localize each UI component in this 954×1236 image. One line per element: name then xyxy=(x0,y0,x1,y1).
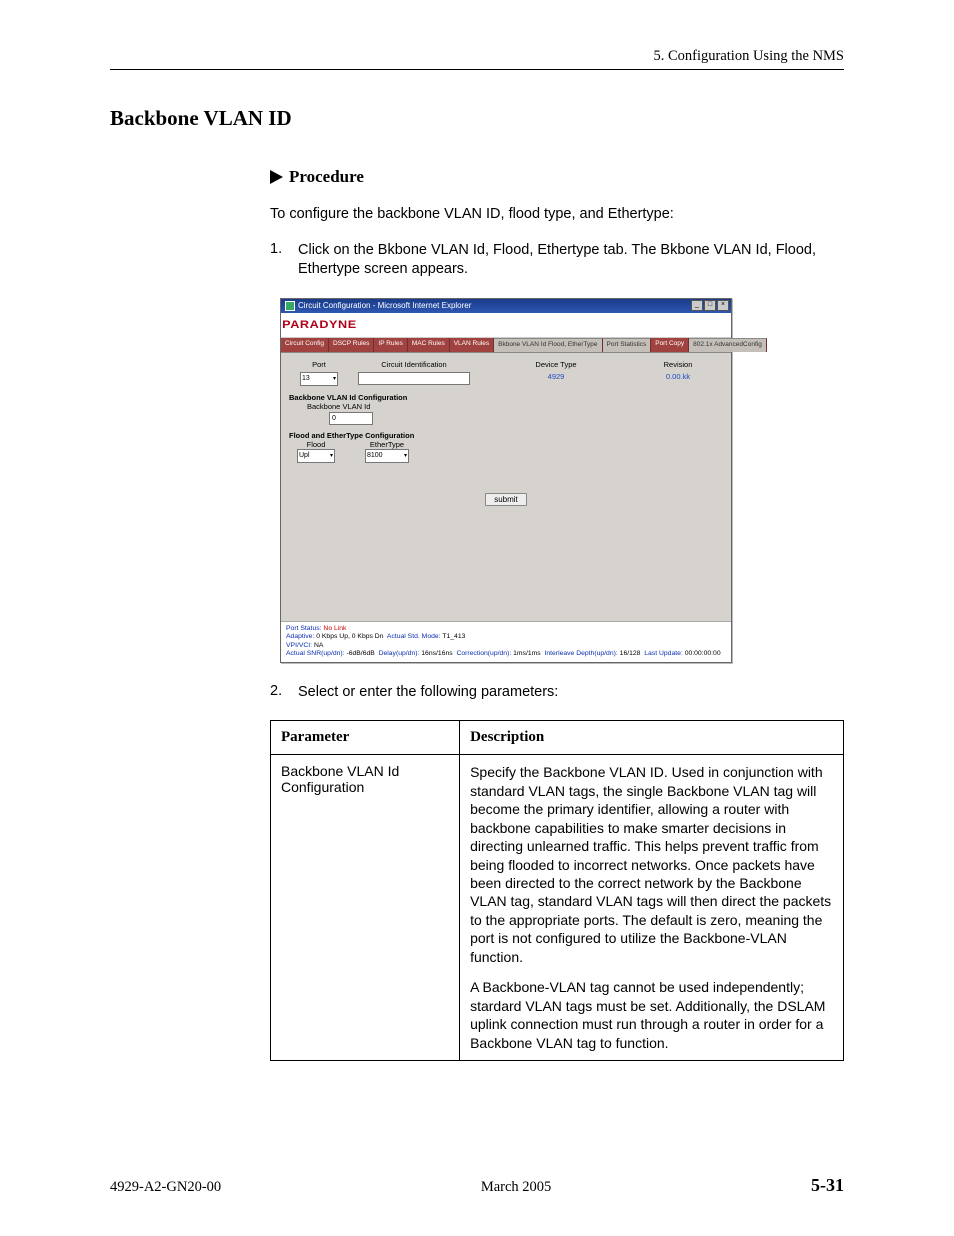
ethertype-label: EtherType xyxy=(365,440,409,449)
table-header-description: Description xyxy=(460,721,844,755)
brand-bar: PARADYNE xyxy=(281,313,731,338)
section-title: Backbone VLAN ID xyxy=(110,106,844,131)
param-name: Backbone VLAN Id Configuration xyxy=(271,755,460,1061)
config-area: Port Circuit Identification Device Type … xyxy=(281,353,731,621)
col-port: Port xyxy=(289,360,349,369)
col-circuit-id: Circuit Identification xyxy=(349,360,479,369)
page-number: 5-31 xyxy=(811,1175,844,1196)
close-button[interactable]: × xyxy=(717,300,729,311)
procedure-label: Procedure xyxy=(289,167,364,187)
step-1: 1. Click on the Bkbone VLAN Id, Flood, E… xyxy=(270,241,844,280)
backbone-vlan-input[interactable]: 0 xyxy=(329,412,373,425)
screenshot-window: Circuit Configuration - Microsoft Intern… xyxy=(280,298,732,663)
window-titlebar: Circuit Configuration - Microsoft Intern… xyxy=(281,299,731,313)
step-text: Select or enter the following parameters… xyxy=(298,683,844,703)
step-number: 1. xyxy=(270,241,288,280)
window-title: Circuit Configuration - Microsoft Intern… xyxy=(298,301,471,310)
triangle-icon xyxy=(270,170,283,184)
intro-text: To configure the backbone VLAN ID, flood… xyxy=(270,205,844,225)
device-type-value: 4929 xyxy=(479,372,633,387)
ethertype-select[interactable]: 8100▾ xyxy=(365,449,409,463)
chapter-header: 5. Configuration Using the NMS xyxy=(110,48,844,65)
port-select[interactable]: 13▾ xyxy=(300,372,338,386)
status-bar: Port Status: No Link Adaptive: 0 Kbps Up… xyxy=(281,621,731,662)
flood-select[interactable]: Upl▾ xyxy=(297,449,335,463)
col-device-type: Device Type xyxy=(479,360,633,369)
flood-label: Flood xyxy=(297,440,335,449)
procedure-heading: Procedure xyxy=(270,167,844,187)
table-header-parameter: Parameter xyxy=(271,721,460,755)
app-icon xyxy=(285,301,295,311)
step-number: 2. xyxy=(270,683,288,703)
table-row: Backbone VLAN Id Configuration Specify t… xyxy=(271,755,844,1061)
step-text: Click on the Bkbone VLAN Id, Flood, Ethe… xyxy=(298,241,844,280)
tab-circuit-config[interactable]: Circuit Config xyxy=(281,338,329,352)
tab-port-copy[interactable]: Port Copy xyxy=(651,338,689,352)
tab-port-statistics[interactable]: Port Statistics xyxy=(603,338,652,352)
brand-logo: PARADYNE xyxy=(282,319,357,331)
maximize-button[interactable]: □ xyxy=(704,300,716,311)
tab-mac-rules[interactable]: MAC Rules xyxy=(408,338,450,352)
flood-ethertype-section-title: Flood and EtherType Configuration xyxy=(289,431,723,440)
step-2: 2. Select or enter the following paramet… xyxy=(270,683,844,703)
revision-value: 0.00.kk xyxy=(633,372,723,387)
minimize-button[interactable]: _ xyxy=(691,300,703,311)
col-revision: Revision xyxy=(633,360,723,369)
submit-button[interactable]: submit xyxy=(485,493,527,506)
backbone-vlan-section-title: Backbone VLAN Id Configuration xyxy=(289,393,723,402)
tab-dscp-rules[interactable]: DSCP Rules xyxy=(329,338,374,352)
tab-bar: Circuit Config DSCP Rules IP Rules MAC R… xyxy=(281,338,731,353)
doc-date: March 2005 xyxy=(481,1179,551,1196)
doc-number: 4929-A2-GN20-00 xyxy=(110,1179,221,1196)
tab-vlan-rules[interactable]: VLAN Rules xyxy=(450,338,494,352)
parameter-table: Parameter Description Backbone VLAN Id C… xyxy=(270,720,844,1061)
circuit-id-input[interactable] xyxy=(358,372,470,385)
tab-bkbone-vlan[interactable]: Bkbone VLAN Id Flood, EtherType xyxy=(494,338,602,352)
param-desc: Specify the Backbone VLAN ID. Used in co… xyxy=(460,755,844,1061)
page-footer: 4929-A2-GN20-00 March 2005 5-31 xyxy=(110,1175,844,1196)
tab-ip-rules[interactable]: IP Rules xyxy=(374,338,407,352)
backbone-vlan-label: Backbone VLAN Id xyxy=(307,402,723,411)
window-controls: _ □ × xyxy=(691,300,729,311)
tab-8021x[interactable]: 802.1x AdvancedConfig xyxy=(689,338,767,352)
header-rule xyxy=(110,69,844,70)
